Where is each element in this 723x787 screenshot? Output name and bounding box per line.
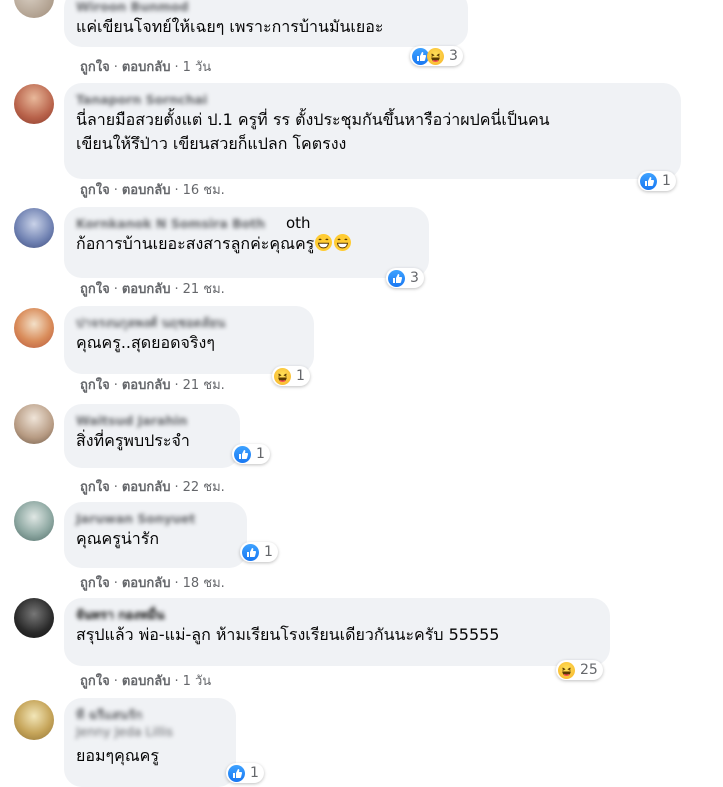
like-reaction-icon	[234, 445, 251, 463]
comment-text-line-1: นี่ลายมือสวยตั้งแต่ ป.1 ครูที่ รร ตั้งปร…	[76, 110, 550, 129]
reaction-summary[interactable]: 1	[232, 444, 270, 464]
reaction-summary[interactable]: 25	[556, 660, 603, 680]
comment-author[interactable]: Kornkanok N Somsira Both	[76, 215, 286, 232]
comment-author[interactable]: จันทรา กองหมื่น	[76, 606, 598, 623]
comment-author[interactable]: Tanaporn Sornchai	[76, 91, 669, 108]
reaction-summary[interactable]: 3	[410, 46, 463, 66]
like-button[interactable]: ถูกใจ	[80, 282, 110, 297]
like-reaction-icon	[640, 172, 657, 190]
reaction-count: 3	[449, 48, 458, 64]
comment-bubble: Waitsud Jarahin สิ่งที่ครูพบประจำ	[64, 404, 240, 468]
avatar[interactable]	[14, 598, 54, 638]
avatar[interactable]	[14, 308, 54, 348]
like-button[interactable]: ถูกใจ	[80, 480, 110, 495]
comment-timestamp[interactable]: 1 วัน	[183, 674, 212, 689]
comment-bubble: ที ฉรีแสนรัก Jenny Jeda Lillis ยอมๆคุณคร…	[64, 698, 236, 787]
grinning-face-icon	[314, 233, 333, 259]
reply-button[interactable]: ตอบกลับ	[122, 183, 171, 198]
comment-actions: ถูกใจ · ตอบกลับ · 18 ชม.	[80, 576, 225, 591]
reaction-count: 1	[256, 446, 265, 462]
comment-text-line-2: เขียนให้รึป่าว เขียนสวยก็แปลก โคตรงง	[76, 134, 347, 153]
comment-text: คุณครูน่ารัก	[76, 529, 160, 548]
haha-reaction-icon	[558, 661, 575, 679]
reaction-count: 1	[296, 368, 305, 384]
comment-author[interactable]: ที ฉรีแสนรัก	[76, 706, 224, 723]
avatar[interactable]	[14, 84, 54, 124]
reaction-summary[interactable]: 1	[240, 542, 278, 562]
comment-bubble: ปาจรงนกุลพงศ์ นฤชอดลัยน คุณครู..สุดยอดจร…	[64, 306, 314, 374]
comment-actions: ถูกใจ · ตอบกลับ · 1 วัน	[80, 674, 212, 689]
like-button[interactable]: ถูกใจ	[80, 576, 110, 591]
reaction-summary[interactable]: 1	[226, 763, 264, 783]
reply-button[interactable]: ตอบกลับ	[122, 60, 171, 75]
comment-bubble: Jaruwan Sonyuet คุณครูน่ารัก	[64, 502, 247, 568]
comment-text: สรุปแล้ว พ่อ-แม่-ลูก ห้ามเรียนโรงเรียนเด…	[76, 625, 500, 644]
like-button[interactable]: ถูกใจ	[80, 183, 110, 198]
comment-actions: ถูกใจ · ตอบกลับ · 16 ชม.	[80, 183, 225, 198]
comment-bubble: Tanaporn Sornchai นี่ลายมือสวยตั้งแต่ ป.…	[64, 83, 681, 179]
like-button[interactable]: ถูกใจ	[80, 674, 110, 689]
reaction-count: 1	[264, 544, 273, 560]
avatar[interactable]	[14, 208, 54, 248]
haha-reaction-icon	[274, 367, 291, 385]
comment-author-tail[interactable]: oth	[286, 215, 311, 232]
comment-actions: ถูกใจ · ตอบกลับ · 1 วัน	[80, 60, 212, 75]
comment-actions: ถูกใจ · ตอบกลับ · 21 ชม.	[80, 282, 225, 297]
avatar[interactable]	[14, 501, 54, 541]
like-reaction-icon	[228, 764, 245, 782]
comment-text: ยอมๆคุณครู	[76, 746, 159, 765]
reaction-count: 3	[410, 270, 419, 286]
comment-text: ก้อการบ้านเยอะสงสารลูกค่ะคุณครู	[76, 232, 417, 259]
reply-button[interactable]: ตอบกลับ	[122, 576, 171, 591]
reaction-count: 25	[580, 662, 598, 678]
avatar[interactable]	[14, 0, 54, 18]
avatar[interactable]	[14, 404, 54, 444]
comment-text: สิ่งที่ครูพบประจำ	[76, 431, 190, 450]
avatar[interactable]	[14, 700, 54, 740]
haha-reaction-icon	[427, 47, 444, 65]
reaction-summary[interactable]: 1	[272, 366, 310, 386]
comment-timestamp[interactable]: 18 ชม.	[183, 576, 225, 591]
comment-bubble: Kornkanok N Somsira Both oth ก้อการบ้านเ…	[64, 207, 429, 278]
comment-text: คุณครู..สุดยอดจริงๆ	[76, 333, 215, 352]
comment-timestamp[interactable]: 21 ชม.	[183, 282, 225, 297]
comment-timestamp[interactable]: 1 วัน	[183, 60, 212, 75]
reply-button[interactable]: ตอบกลับ	[122, 378, 171, 393]
comment-author-secondary[interactable]: Jenny Jeda Lillis	[76, 723, 224, 740]
reply-button[interactable]: ตอบกลับ	[122, 480, 171, 495]
grinning-face-icon	[333, 233, 352, 259]
reaction-summary[interactable]: 3	[386, 268, 424, 288]
reaction-summary[interactable]: 1	[638, 171, 676, 191]
reply-button[interactable]: ตอบกลับ	[122, 282, 171, 297]
reaction-count: 1	[662, 173, 671, 189]
like-button[interactable]: ถูกใจ	[80, 378, 110, 393]
reaction-count: 1	[250, 765, 259, 781]
comment-bubble: จันทรา กองหมื่น สรุปแล้ว พ่อ-แม่-ลูก ห้า…	[64, 598, 610, 666]
comment-author[interactable]: Jaruwan Sonyuet	[76, 510, 235, 527]
comment-author[interactable]: ปาจรงนกุลพงศ์ นฤชอดลัยน	[76, 314, 302, 331]
comment-timestamp[interactable]: 22 ชม.	[183, 480, 225, 495]
comment-text: แค่เขียนโจทย์ให้เฉยๆ เพราะการบ้านมันเยอะ	[76, 17, 384, 36]
reply-button[interactable]: ตอบกลับ	[122, 674, 171, 689]
comment-bubble: Wiroon Bunmod แค่เขียนโจทย์ให้เฉยๆ เพราะ…	[64, 0, 468, 47]
comment-author[interactable]: Waitsud Jarahin	[76, 412, 228, 429]
comment-actions: ถูกใจ · ตอบกลับ · 21 ชม.	[80, 378, 225, 393]
like-reaction-icon	[242, 543, 259, 561]
comment-timestamp[interactable]: 21 ชม.	[183, 378, 225, 393]
comment-actions: ถูกใจ · ตอบกลับ · 22 ชม.	[80, 480, 225, 495]
like-reaction-icon	[388, 269, 405, 287]
comment-timestamp[interactable]: 16 ชม.	[183, 183, 225, 198]
like-button[interactable]: ถูกใจ	[80, 60, 110, 75]
comment-author[interactable]: Wiroon Bunmod	[76, 0, 456, 15]
